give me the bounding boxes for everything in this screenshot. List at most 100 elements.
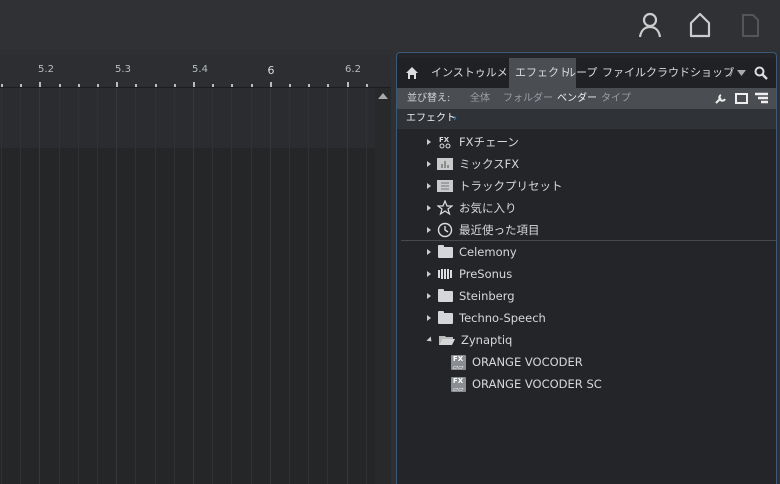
grid-line	[78, 88, 79, 484]
grid-line	[174, 88, 175, 484]
item-label: PreSonus	[459, 267, 513, 281]
plugin-item[interactable]: FX ▱▱ ORANGE VOCODER SC	[450, 373, 602, 395]
item-label: ORANGE VOCODER	[472, 355, 583, 369]
expand-arrow-icon[interactable]	[427, 227, 431, 233]
home-icon[interactable]	[686, 10, 714, 40]
chevron-right-icon[interactable]: ›	[453, 109, 457, 129]
ruler-tick	[231, 84, 233, 87]
grid-line	[20, 88, 21, 484]
svg-text:FX: FX	[439, 136, 450, 144]
ruler-tick	[347, 82, 349, 87]
search-icon[interactable]	[754, 66, 768, 80]
grid-line	[135, 88, 136, 484]
tab-cloud[interactable]: クラウド	[646, 58, 690, 88]
expand-arrow-icon[interactable]	[427, 271, 431, 277]
timeline-ruler[interactable]: 5.2 5.3 5.4 6 6.2	[0, 55, 391, 88]
mix-fx-icon	[437, 157, 453, 171]
expand-arrow-icon[interactable]	[427, 161, 431, 167]
tab-files[interactable]: ファイル	[602, 58, 646, 88]
item-label: トラックプリセット	[459, 179, 563, 193]
home-icon[interactable]	[405, 66, 419, 80]
expand-arrow-icon[interactable]	[427, 249, 431, 255]
expand-arrow-icon[interactable]	[427, 205, 431, 211]
item-label: 最近使った項目	[459, 223, 540, 237]
ruler-tick	[193, 82, 195, 87]
ruler-tick	[59, 84, 61, 87]
folder-item[interactable]: トラックプリセット	[427, 175, 563, 197]
ruler-tick	[1, 84, 3, 87]
item-label: お気に入り	[459, 201, 517, 215]
folder-icon	[437, 244, 453, 259]
ruler-tick	[327, 84, 329, 87]
grid-line	[193, 88, 194, 484]
item-label: Techno-Speech	[459, 311, 546, 325]
ruler-tick	[289, 84, 291, 87]
folder-item[interactable]: FX FXチェーン	[427, 131, 519, 153]
expand-arrow-icon[interactable]	[427, 315, 431, 321]
ruler-tick	[174, 84, 176, 87]
ruler-tick	[39, 82, 41, 87]
sort-vendor[interactable]: ベンダー	[557, 88, 597, 109]
fx-plugin-icon: FX ▱▱	[450, 354, 466, 371]
document-icon[interactable]	[736, 10, 764, 40]
ruler-label: 6	[267, 64, 275, 77]
item-label: FXチェーン	[459, 135, 519, 149]
plugin-item[interactable]: FX ▱▱ ORANGE VOCODER	[450, 351, 583, 373]
ruler-tick	[308, 84, 310, 87]
fx-chain-icon: FX	[437, 135, 453, 149]
expand-arrow-icon[interactable]	[427, 139, 431, 145]
scroll-up-icon[interactable]	[375, 91, 391, 101]
grid-line	[366, 88, 367, 484]
list-view-icon[interactable]	[755, 92, 768, 105]
fx-plugin-icon: FX ▱▱	[450, 376, 466, 393]
item-label: Steinberg	[459, 289, 515, 303]
track-preset-icon	[437, 179, 453, 193]
top-toolbar	[0, 0, 780, 50]
sort-type[interactable]: タイプ	[601, 88, 631, 109]
ruler-label: 5.4	[192, 64, 208, 75]
folder-item[interactable]: Zynaptiq	[426, 329, 512, 351]
item-label: ミックスFX	[459, 157, 520, 171]
user-icon[interactable]	[636, 10, 664, 40]
panel-view-icon[interactable]	[735, 93, 748, 104]
presonus-icon	[437, 267, 453, 281]
folder-item[interactable]: Steinberg	[427, 285, 515, 307]
sort-folder[interactable]: フォルダー	[503, 88, 553, 109]
grid-line	[251, 88, 252, 484]
grid-line	[1, 88, 2, 484]
grid-line	[308, 88, 309, 484]
track-lane	[0, 88, 375, 148]
folder-item[interactable]: Techno-Speech	[427, 307, 546, 329]
divider	[401, 240, 776, 241]
tab-loops[interactable]: ループ	[565, 58, 597, 88]
folder-item[interactable]: Celemony	[427, 241, 517, 263]
ruler-tick	[78, 84, 80, 87]
ruler-label: 5.3	[115, 64, 131, 75]
collapse-arrow-icon[interactable]	[426, 336, 434, 344]
grid-line	[97, 88, 98, 484]
folder-open-icon	[439, 333, 455, 347]
grid-line	[212, 88, 213, 484]
ruler-tick	[212, 84, 214, 87]
grid-line	[289, 88, 290, 484]
folder-item[interactable]: PreSonus	[427, 263, 512, 285]
vertical-scrollbar[interactable]	[375, 88, 391, 484]
folder-item[interactable]: 最近使った項目	[427, 219, 540, 241]
ruler-tick	[97, 84, 99, 87]
sort-all[interactable]: 全体	[470, 88, 490, 109]
ruler-tick	[155, 84, 157, 87]
grid-line	[155, 88, 156, 484]
folder-item[interactable]: ミックスFX	[427, 153, 519, 175]
chevron-down-icon[interactable]	[737, 70, 746, 76]
ruler-tick	[270, 82, 272, 87]
arrange-view: 5.2 5.3 5.4 6 6.2	[0, 55, 391, 484]
tab-more[interactable]: ﾌ	[728, 58, 734, 88]
breadcrumb-item[interactable]: エフェクト	[406, 109, 456, 129]
sort-bar: 並び替え: 全体 フォルダー ベンダー タイプ	[397, 88, 776, 109]
expand-arrow-icon[interactable]	[427, 183, 431, 189]
folder-item[interactable]: お気に入り	[427, 197, 517, 219]
expand-arrow-icon[interactable]	[427, 293, 431, 299]
wrench-icon[interactable]	[715, 93, 726, 104]
grid-line	[39, 88, 40, 484]
ruler-tick	[116, 82, 118, 87]
